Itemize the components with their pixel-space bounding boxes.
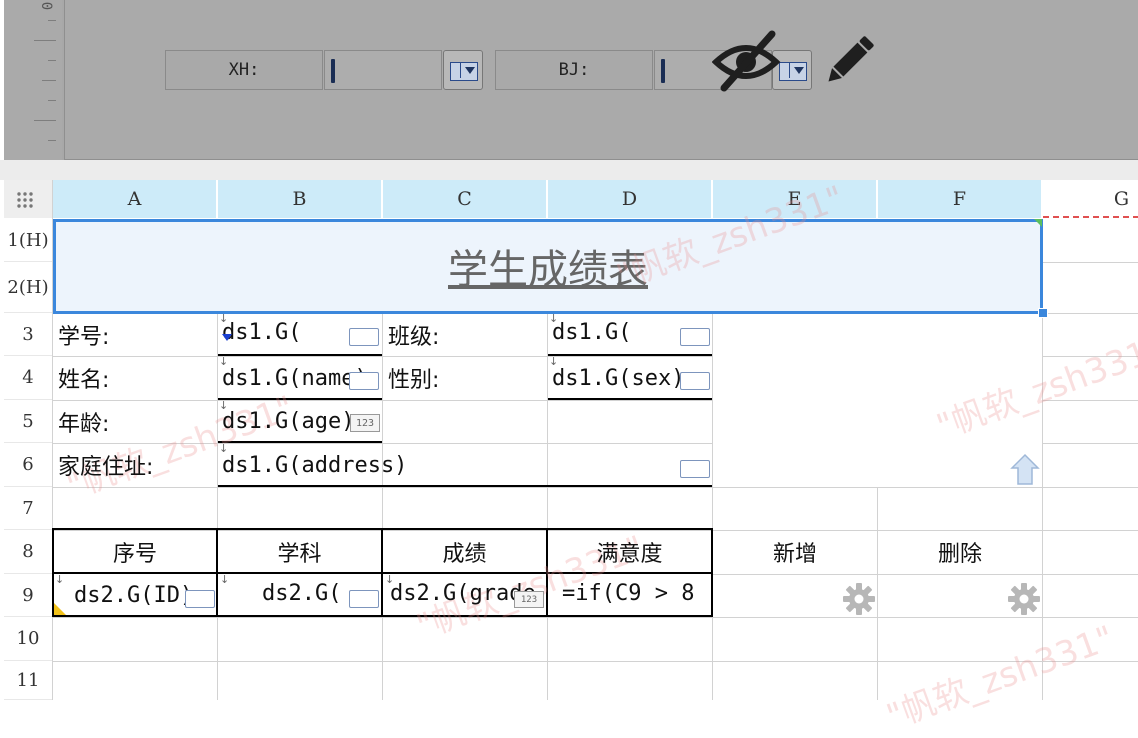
row-header-1[interactable]: 1(H) (4, 219, 52, 262)
cell-marker (1034, 219, 1042, 227)
column-header-b[interactable]: B (218, 180, 382, 218)
row-header-2[interactable]: 2(H) (4, 262, 52, 313)
ruler-zero-label: 0 (37, 1, 54, 11)
expand-down-icon: ↓ (549, 355, 559, 368)
class-cell[interactable]: ds1.G( (552, 314, 677, 354)
text-widget-icon[interactable] (680, 460, 710, 478)
expand-down-icon: ↓ (219, 442, 229, 455)
column-header-d[interactable]: D (548, 180, 712, 218)
table-header-subject: 学科 (277, 541, 322, 567)
delete-row-header: 删除 (937, 542, 982, 567)
select-all-corner[interactable] (4, 180, 52, 218)
number-widget-icon[interactable]: 123 (514, 591, 544, 608)
upload-arrow-icon[interactable] (1008, 452, 1042, 486)
expand-down-icon: ↓ (219, 312, 229, 325)
column-header-f[interactable]: F (878, 180, 1042, 218)
text-widget-icon[interactable] (349, 372, 379, 390)
row-header-4[interactable]: 4 (4, 356, 52, 400)
watermark: "帆软_zsh331" (931, 328, 1138, 448)
column-header-a[interactable]: A (53, 180, 217, 218)
name-label: 姓名: (58, 368, 110, 393)
row-header-11[interactable]: 11 (4, 661, 52, 700)
expand-down-icon: ↓ (219, 355, 229, 368)
expand-down-icon: ↓ (220, 573, 230, 586)
dropdown-icon (450, 62, 478, 81)
row-header-8[interactable]: 8 (4, 530, 52, 574)
number-widget-icon[interactable]: 123 (350, 414, 380, 432)
grid-dots-icon (17, 192, 33, 208)
satisfaction-formula-cell[interactable]: =if(C9 > 8 (562, 575, 710, 615)
report-title: 学生成绩表 (448, 247, 648, 293)
xh-input[interactable] (324, 50, 442, 90)
text-widget-icon[interactable] (680, 372, 710, 390)
dropdown-icon (779, 62, 807, 81)
student-id-label: 学号: (58, 324, 110, 350)
row-header-7[interactable]: 7 (4, 487, 52, 530)
gear-icon[interactable] (842, 582, 876, 616)
student-id-cell[interactable]: ds1.G( (222, 314, 347, 354)
text-widget-icon[interactable] (680, 328, 710, 346)
address-label: 家庭住址: (58, 455, 154, 480)
hide-icon[interactable] (712, 28, 782, 94)
text-widget-icon[interactable] (349, 590, 379, 608)
expand-down-icon: ↓ (55, 573, 65, 586)
add-row-header: 新增 (772, 542, 817, 567)
row-header-5[interactable]: 5 (4, 400, 52, 443)
row-header-10[interactable]: 10 (4, 617, 52, 661)
edit-icon[interactable] (818, 30, 880, 92)
class-label: 班级: (388, 324, 440, 350)
expand-down-icon: ↓ (549, 312, 559, 325)
watermark: "帆软_zsh331" (881, 618, 1120, 738)
table-header-grade: 成绩 (442, 541, 487, 567)
expand-down-icon: ↓ (385, 573, 395, 586)
row-header-6[interactable]: 6 (4, 443, 52, 487)
column-header-c[interactable]: C (383, 180, 547, 218)
age-label: 年龄: (58, 411, 110, 437)
xh-dropdown-button[interactable] (443, 50, 483, 90)
expand-down-icon: ↓ (219, 399, 229, 412)
subject-cell[interactable]: ds2.G( (262, 575, 352, 615)
sheet-top-gap (0, 160, 1138, 180)
column-header-g[interactable]: G (1043, 180, 1138, 218)
bj-label: BJ: (495, 50, 653, 90)
table-header-index: 序号 (112, 541, 157, 567)
sex-label: 性别: (388, 368, 440, 393)
row-header-3[interactable]: 3 (4, 313, 52, 356)
page-break-line (1043, 216, 1138, 218)
table-header-satisfaction: 满意度 (596, 541, 663, 567)
expand-indicator-icon (222, 334, 232, 341)
selection-resize-handle[interactable] (1038, 308, 1048, 318)
address-cell[interactable]: ds1.G(address) (222, 444, 672, 486)
vertical-ruler: 0 (4, 0, 62, 160)
gear-icon[interactable] (1007, 582, 1041, 616)
xh-label: XH: (165, 50, 323, 90)
text-widget-icon[interactable] (349, 328, 379, 346)
row-header-9[interactable]: 9 (4, 574, 52, 617)
cell-corner-marker (54, 603, 66, 615)
text-widget-icon[interactable] (185, 590, 215, 608)
